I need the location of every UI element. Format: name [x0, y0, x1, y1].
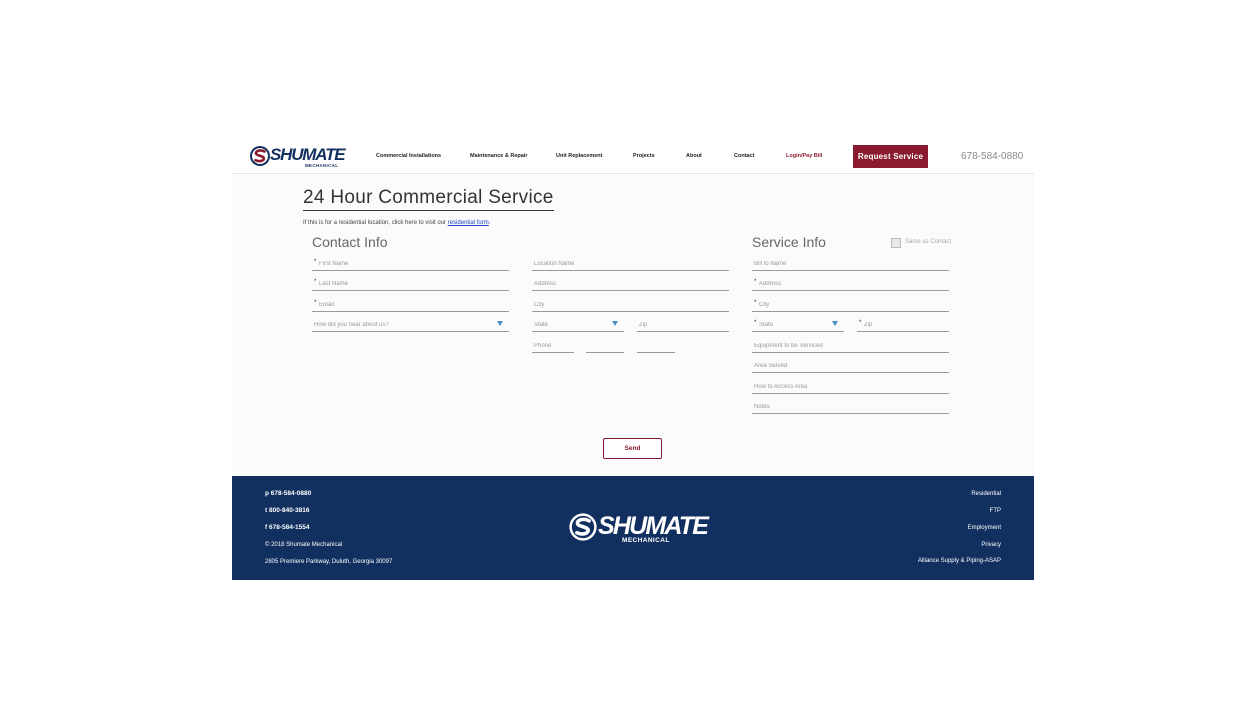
- first-name-field: *: [312, 258, 509, 271]
- service-state-select[interactable]: *: [752, 319, 844, 332]
- intro-copy: If this is for a residential location, c…: [303, 220, 447, 226]
- nav-contact[interactable]: Contact: [734, 153, 754, 159]
- required-marker: *: [754, 300, 757, 306]
- footer-tollfree[interactable]: t 800-840-3816: [265, 507, 309, 514]
- equipment-field: [752, 340, 949, 353]
- equipment-input[interactable]: [754, 340, 947, 351]
- location-city-input[interactable]: [534, 299, 727, 310]
- required-marker: *: [859, 320, 862, 326]
- area-served-field: [752, 360, 949, 373]
- phone-line-input[interactable]: [639, 340, 673, 351]
- email-field: *: [312, 299, 509, 312]
- location-zip-field: [637, 319, 729, 332]
- site-footer: p 678-584-0880 t 800-840-3816 f 678-584-…: [232, 476, 1034, 580]
- required-marker: *: [314, 279, 317, 285]
- nav-login-pay-bill[interactable]: Login/Pay Bill: [786, 153, 822, 159]
- request-service-button[interactable]: Request Service: [853, 145, 928, 168]
- site-header: SHUMATE MECHANICAL Commercial Installati…: [232, 140, 1034, 174]
- same-as-contact-label[interactable]: Same as Contact: [905, 239, 951, 245]
- chevron-down-icon[interactable]: [612, 321, 618, 326]
- site-frame: SHUMATE MECHANICAL Commercial Installati…: [232, 140, 1034, 580]
- first-name-input[interactable]: [319, 258, 507, 269]
- location-name-field: [532, 258, 729, 271]
- bill-to-input[interactable]: [754, 258, 947, 269]
- service-zip-input[interactable]: [864, 319, 947, 330]
- email-input[interactable]: [319, 299, 507, 310]
- logo-wordmark: SHUMATE: [270, 145, 346, 164]
- nav-unit-replacement[interactable]: Unit Replacement: [556, 153, 602, 159]
- footer-link-ftp[interactable]: FTP: [990, 508, 1001, 514]
- phone-prefix-input[interactable]: [588, 340, 622, 351]
- service-address-field: *: [752, 278, 949, 291]
- required-marker: *: [754, 279, 757, 285]
- location-address-field: [532, 278, 729, 291]
- bill-to-field: [752, 258, 949, 271]
- access-area-input[interactable]: [754, 381, 947, 392]
- hear-about-input[interactable]: [314, 319, 507, 330]
- location-zip-input[interactable]: [639, 319, 727, 330]
- location-city-field: [532, 299, 729, 312]
- footer-address: 2805 Premiere Parkway, Duluth, Georgia 3…: [265, 559, 393, 565]
- footer-logo[interactable]: SHUMATE MECHANICAL: [568, 512, 709, 546]
- footer-logo-subtext: MECHANICAL: [622, 537, 670, 544]
- footer-phone[interactable]: p 678-584-0880: [265, 490, 311, 497]
- location-address-input[interactable]: [534, 278, 727, 289]
- required-marker: *: [314, 259, 317, 265]
- footer-fax: f 678-584-1554: [265, 524, 310, 531]
- intro-period: .: [488, 220, 491, 226]
- nav-projects[interactable]: Projects: [633, 153, 655, 159]
- required-marker: *: [314, 300, 317, 306]
- footer-link-privacy[interactable]: Privacy: [981, 542, 1001, 548]
- phone-line-field: [637, 340, 675, 353]
- page-title: 24 Hour Commercial Service: [303, 187, 554, 211]
- area-served-input[interactable]: [754, 360, 947, 371]
- service-state-input[interactable]: [759, 319, 842, 330]
- footer-logo-wordmark: SHUMATE: [598, 512, 709, 540]
- footer-link-asap[interactable]: Alliance Supply & Piping-ASAP: [918, 558, 1001, 564]
- service-info-heading: Service Info: [752, 234, 826, 250]
- location-state-select[interactable]: [532, 319, 624, 332]
- footer-copyright: © 2018 Shumate Mechanical: [265, 542, 343, 548]
- header-phone[interactable]: 678-584-0880: [961, 151, 1023, 162]
- service-zip-field: *: [857, 319, 949, 332]
- phone-prefix-field: [586, 340, 624, 353]
- shumate-logo-icon: [250, 146, 270, 166]
- last-name-input[interactable]: [319, 278, 507, 289]
- footer-link-residential[interactable]: Residential: [971, 491, 1001, 497]
- residential-form-link[interactable]: residential form: [448, 220, 489, 226]
- intro-text: If this is for a residential location, c…: [303, 220, 490, 226]
- access-area-field: [752, 381, 949, 394]
- hear-about-select[interactable]: [312, 319, 509, 332]
- notes-input[interactable]: [754, 401, 947, 412]
- service-city-field: *: [752, 299, 949, 312]
- contact-info-heading: Contact Info: [312, 234, 388, 250]
- required-marker: *: [754, 320, 757, 326]
- service-city-input[interactable]: [759, 299, 947, 310]
- nav-commercial-installations[interactable]: Commercial Installations: [376, 153, 441, 159]
- footer-link-employment[interactable]: Employment: [968, 525, 1001, 531]
- phone-area-field: [532, 340, 574, 353]
- location-name-input[interactable]: [534, 258, 727, 269]
- location-state-input[interactable]: [534, 319, 622, 330]
- same-as-contact-checkbox[interactable]: [891, 238, 901, 248]
- service-address-input[interactable]: [759, 278, 947, 289]
- chevron-down-icon[interactable]: [832, 321, 838, 326]
- last-name-field: *: [312, 278, 509, 291]
- notes-field: [752, 401, 949, 414]
- chevron-down-icon[interactable]: [497, 321, 503, 326]
- logo-subtext: MECHANICAL: [305, 163, 339, 168]
- shumate-logo-icon: [569, 513, 597, 541]
- nav-about[interactable]: About: [686, 153, 702, 159]
- shumate-logo[interactable]: SHUMATE MECHANICAL: [249, 145, 346, 169]
- nav-maintenance-repair[interactable]: Maintenance & Repair: [470, 153, 527, 159]
- send-button[interactable]: Send: [603, 438, 662, 459]
- phone-area-input[interactable]: [534, 340, 572, 351]
